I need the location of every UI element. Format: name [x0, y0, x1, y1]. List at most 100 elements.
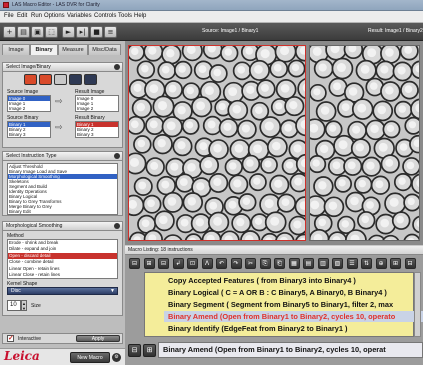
cell-highlight [177, 141, 186, 150]
size-stepper[interactable]: ▲ ▼ [21, 300, 27, 311]
cell-highlight [291, 63, 300, 72]
macro-listing[interactable]: Copy Accepted Features ( from Binary3 in… [144, 272, 423, 337]
result-info: Result: Image1 / Binary2 [368, 28, 423, 34]
macro-line-current[interactable]: Binary Amend (Open from Binary1 to Binar… [164, 311, 423, 322]
cut-icon[interactable]: ✂ [245, 258, 256, 269]
collapse-icon[interactable] [114, 223, 120, 229]
frame-icon[interactable]: ⊡ [187, 258, 198, 269]
return-icon[interactable]: ↲ [172, 258, 184, 269]
cell-highlight [341, 220, 349, 228]
expand-icon[interactable]: ⊞ [143, 258, 155, 269]
source-image-pane[interactable] [128, 45, 306, 241]
menu-edit[interactable]: Edit [17, 13, 27, 19]
insert-icon[interactable]: ⊞ [390, 258, 401, 269]
mode-button-2[interactable] [39, 74, 52, 85]
mode-button-3[interactable] [54, 74, 67, 85]
cell-highlight [366, 201, 374, 209]
cell-highlight [207, 120, 216, 129]
insert-line-icon[interactable]: ⊞ [143, 344, 156, 357]
cell-highlight [150, 161, 159, 170]
redo-icon[interactable]: ↷ [230, 258, 242, 269]
cell-highlight [272, 141, 281, 151]
tab-binary[interactable]: Binary [30, 44, 58, 55]
indent-icon[interactable]: ⊟ [158, 258, 169, 269]
method-list[interactable]: Erode - shrink and break Dilate - expand… [7, 239, 118, 279]
step-button[interactable]: ▸| [76, 26, 89, 38]
interactive-checkbox[interactable]: ✓ [7, 335, 14, 342]
macro-area: Macro Listing: 18 instructions ⊟ ⊞ ⊟ ↲ ⊡ Λ ↶ ↷ ✂… [125, 246, 423, 365]
cell-highlight [333, 82, 341, 91]
cells-image-result [310, 46, 419, 240]
source-image-list[interactable]: Image 0 Image 1 Image 2 [7, 95, 51, 112]
macro-line[interactable]: Binary Segment ( Segment from Binary5 to… [164, 299, 423, 310]
settings-icon[interactable]: ⚙ [112, 353, 121, 362]
menu-icon[interactable]: ☰ [346, 258, 358, 269]
mode-button-5[interactable] [84, 74, 97, 85]
kernel-shape-select[interactable]: Disc ▼ [7, 287, 118, 295]
cell-highlight [141, 64, 149, 73]
left-panel: Image Binary Measure Misc/Data Select Im… [0, 41, 125, 365]
list-item[interactable]: Binary 3 [76, 132, 118, 137]
paste-icon[interactable]: ⎗ [274, 258, 285, 269]
edit-line-icon[interactable]: ⊟ [128, 344, 141, 357]
loop-button[interactable]: ≡ [104, 26, 117, 38]
sort-icon[interactable]: ⇅ [361, 258, 372, 269]
result-binary-list[interactable]: Binary 1 Binary 2 Binary 3 [75, 121, 119, 138]
app-icon [3, 2, 9, 8]
instruction-edit-field[interactable]: Binary Amend (Open from Binary1 to Binar… [158, 342, 423, 358]
cell-highlight [218, 102, 226, 111]
remove-icon[interactable]: ⊟ [404, 258, 416, 269]
cell-highlight [141, 219, 150, 228]
copy-icon[interactable]: ⎘ [259, 258, 271, 269]
instruction-type-list[interactable]: Adjust Threshold Binary Image Load and S… [7, 163, 118, 215]
table-icon[interactable]: ▥ [317, 258, 329, 269]
macro-line[interactable]: Binary Identify (EdgeFeat from Binary2 t… [164, 323, 423, 334]
open-button[interactable]: ▤ [17, 26, 30, 38]
result-image-pane[interactable] [309, 45, 420, 241]
collapse-icon[interactable] [114, 64, 120, 70]
collapse-icon[interactable]: ⊟ [129, 258, 140, 269]
result-image-list[interactable]: Image 0 Image 1 Image 2 [75, 95, 119, 112]
list-item[interactable]: Image 2 [8, 106, 50, 111]
select-button[interactable]: ⬚ [45, 26, 58, 38]
menu-options[interactable]: Options [44, 13, 65, 19]
add-icon[interactable]: ⊕ [375, 258, 387, 269]
cell-highlight [274, 179, 283, 188]
tab-measure[interactable]: Measure [58, 44, 88, 55]
list-item[interactable]: Linear Close - retain lines [8, 272, 117, 278]
menu-run[interactable]: Run [31, 13, 42, 19]
collapse-icon[interactable] [114, 153, 120, 159]
select-image-binary-panel: Select Image/Binary Source Image Result … [2, 62, 123, 148]
menu-variables[interactable]: Variables [67, 13, 92, 19]
run-button[interactable]: ► [62, 26, 75, 38]
plus-button[interactable]: + [3, 26, 16, 38]
size-input[interactable]: 10 [7, 300, 21, 311]
list-item[interactable]: Binary Edit [8, 209, 117, 214]
macro-line[interactable]: Copy Accepted Features ( from Binary3 in… [164, 275, 423, 286]
cell-highlight [406, 161, 415, 170]
list-icon[interactable]: ▤ [303, 258, 314, 269]
grid-icon[interactable]: ▦ [288, 258, 300, 269]
menu-help[interactable]: Help [134, 13, 146, 19]
cell-highlight [149, 84, 159, 94]
list-item[interactable]: Binary 3 [8, 132, 50, 137]
arrow-right-icon: ⇨ [55, 123, 63, 133]
menu-tools[interactable]: Tools [118, 13, 132, 19]
macro-scrollbar[interactable] [414, 272, 421, 337]
save-button[interactable]: ▣ [31, 26, 44, 38]
list-item[interactable]: Image 2 [76, 106, 118, 111]
macro-line[interactable]: Binary Logical ( C = A OR B : C Binary5,… [164, 287, 423, 298]
menu-controls[interactable]: Controls [94, 13, 116, 19]
source-binary-list[interactable]: Binary 1 Binary 2 Binary 3 [7, 121, 51, 138]
mode-button-1[interactable] [24, 74, 37, 85]
new-macro-button[interactable]: New Macro [70, 352, 110, 363]
undo-icon[interactable]: ↶ [216, 258, 227, 269]
lambda-icon[interactable]: Λ [201, 258, 213, 269]
block-icon[interactable]: ▧ [332, 258, 343, 269]
menu-file[interactable]: File [4, 13, 14, 19]
apply-button[interactable]: Apply [76, 335, 120, 342]
tab-misc-data[interactable]: Misc/Data [88, 44, 121, 55]
mode-button-4[interactable] [69, 74, 82, 85]
stop-button[interactable]: ■ [90, 26, 103, 38]
tab-image[interactable]: Image [2, 44, 30, 55]
